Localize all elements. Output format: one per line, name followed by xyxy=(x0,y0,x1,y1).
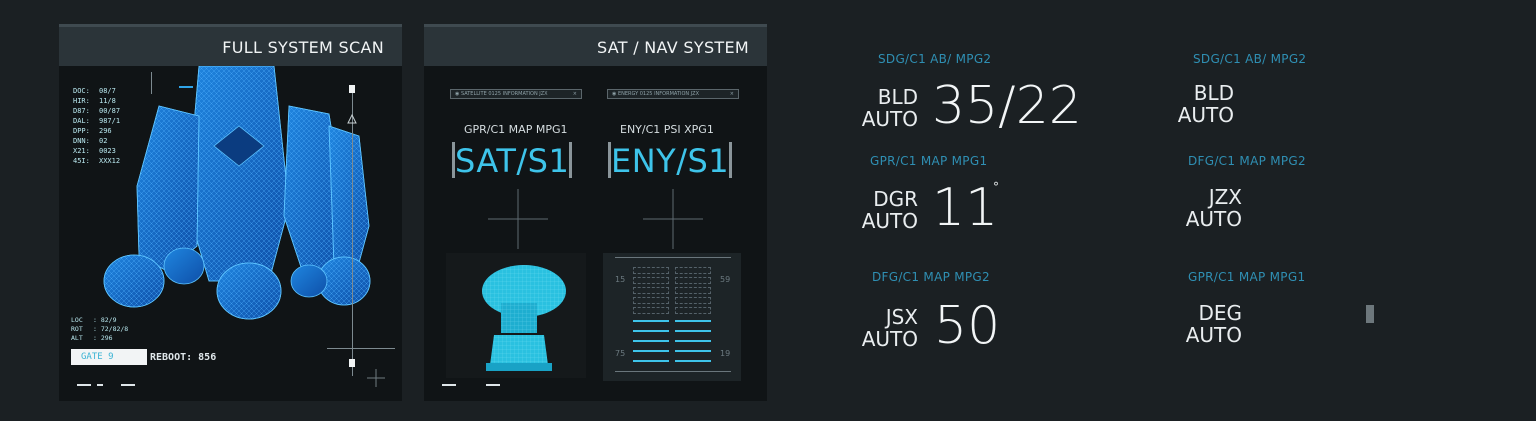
readout-tag: SDG/C1 AB/ MPG2 xyxy=(1193,52,1307,66)
triangle-marker-icon xyxy=(347,114,357,124)
sat-subheader: GPR/C1 MAP MPG1 xyxy=(464,123,568,136)
gauge-bar-left xyxy=(633,330,669,332)
degree-unit: ° xyxy=(993,180,999,194)
gauge-bar-left xyxy=(633,340,669,342)
gauge-bar-right xyxy=(675,277,711,284)
gauge-num-top-left: 15 xyxy=(615,275,626,284)
readout-value: 50 xyxy=(934,296,1001,356)
gauge-bar-right xyxy=(675,320,711,322)
loc-row: LOC: 82/9 xyxy=(71,316,117,324)
readout-tag: GPR/C1 MAP MPG1 xyxy=(1188,270,1306,284)
footer-dash xyxy=(121,384,135,386)
footer-dash xyxy=(97,384,103,386)
readout-label: BLD AUTO xyxy=(861,85,918,131)
readout-label: DEG AUTO xyxy=(1185,301,1242,347)
slider-handle-top[interactable] xyxy=(349,85,355,93)
gauge-bar-right xyxy=(675,297,711,304)
close-icon[interactable]: × xyxy=(573,91,577,97)
crosshair-icon xyxy=(643,189,703,249)
status-indicator xyxy=(1366,305,1374,323)
guide-line-vertical xyxy=(352,86,353,376)
readout-tag: SDG/C1 AB/ MPG2 xyxy=(878,52,992,66)
sat-code: SAT/S1 xyxy=(452,142,573,180)
gauge-num-bottom-right: 19 xyxy=(720,349,731,358)
energy-gauge: 15 59 75 19 xyxy=(603,253,741,381)
gauge-bar-left xyxy=(633,320,669,322)
gauge-bar-right xyxy=(675,360,711,362)
slider-handle-bottom[interactable] xyxy=(349,359,355,367)
rocket-wireframe-icon xyxy=(103,66,371,320)
readout-tag: DFG/C1 MAP MPG2 xyxy=(872,270,990,284)
gauge-bar-left xyxy=(633,267,669,274)
panel-title-nav: SAT / NAV SYSTEM xyxy=(424,24,767,66)
satellite-dish-image xyxy=(446,253,586,378)
gate-input[interactable]: GATE 9 xyxy=(71,349,147,365)
gauge-bottom-rail xyxy=(615,371,731,372)
gauge-bar-right xyxy=(675,350,711,352)
readout-label: BLD AUTO xyxy=(1177,81,1234,127)
satellite-dish-icon xyxy=(482,265,566,371)
location-readouts: LOC: 82/9 ROT: 72/82/8 ALT: 296 xyxy=(71,316,128,343)
gauge-bar-left xyxy=(633,297,669,304)
loc-row: ALT: 296 xyxy=(71,334,113,342)
eny-subheader: ENY/C1 PSI XPG1 xyxy=(620,123,714,136)
footer-dash xyxy=(442,384,456,386)
energy-infobar: ◉ ENERGY 0125 INFORMATION JZX × xyxy=(607,89,739,99)
crosshair-icon xyxy=(488,189,548,249)
eny-code: ENY/S1 xyxy=(608,142,733,180)
footer-dash xyxy=(77,384,91,386)
gauge-bar-right xyxy=(675,307,711,314)
readout-label: DGR AUTO xyxy=(861,187,918,233)
full-system-scan-panel: FULL SYSTEM SCAN DOC: 08/7 HIR: 11/8 D87: 0… xyxy=(59,24,402,401)
gauge-bar-left xyxy=(633,360,669,362)
readout-value: 11 xyxy=(932,178,999,238)
readout-label: JSX AUTO xyxy=(861,305,918,351)
reboot-label: REBOOT: 856 xyxy=(150,352,217,363)
gauge-bar-left xyxy=(633,307,669,314)
gauge-bar-right xyxy=(675,330,711,332)
gauge-top-rail xyxy=(615,257,731,258)
panel-title-scan: FULL SYSTEM SCAN xyxy=(59,24,402,66)
gauge-num-top-right: 59 xyxy=(720,275,731,284)
gauge-num-bottom-left: 75 xyxy=(615,349,626,358)
gauge-bar-left xyxy=(633,350,669,352)
readout-tag: DFG/C1 MAP MPG2 xyxy=(1188,154,1306,168)
gauge-bar-right xyxy=(675,340,711,342)
loc-row: ROT: 72/82/8 xyxy=(71,325,129,333)
satellite-infobar: ◉ SATELLITE 0125 INFORMATION JZX × xyxy=(450,89,582,99)
footer-dash xyxy=(486,384,500,386)
gauge-bars xyxy=(633,267,713,367)
gauge-bar-right xyxy=(675,267,711,274)
guide-line-horizontal xyxy=(327,348,395,349)
readout-tag: GPR/C1 MAP MPG1 xyxy=(870,154,988,168)
readout-value: 35/22 xyxy=(932,76,1082,136)
readout-label: JZX AUTO xyxy=(1185,185,1242,231)
gauge-bar-left xyxy=(633,277,669,284)
gauge-bar-right xyxy=(675,287,711,294)
close-icon[interactable]: × xyxy=(730,91,734,97)
crosshair-icon xyxy=(367,369,385,387)
blue-tick xyxy=(179,86,193,88)
guide-line-left xyxy=(151,72,152,94)
gauge-bar-left xyxy=(633,287,669,294)
sat-nav-panel: SAT / NAV SYSTEM ◉ SATELLITE 0125 INFORM… xyxy=(424,24,767,401)
